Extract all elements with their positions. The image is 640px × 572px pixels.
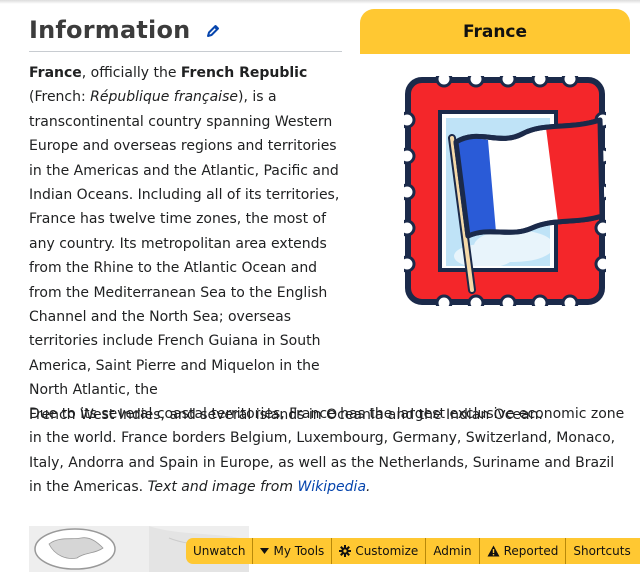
shortcuts-label: Shortcuts — [573, 544, 631, 558]
warning-icon — [487, 545, 500, 557]
native-name: République française — [90, 89, 238, 106]
gear-icon — [339, 545, 352, 557]
pencil-icon[interactable] — [206, 23, 220, 42]
paragraph-geography: Due to its several coastal territories, … — [29, 402, 629, 500]
bold-official-name: French Republic — [180, 65, 308, 81]
text-span: ), is a transcontinental country spannin… — [29, 89, 340, 399]
stamp-with-french-flag-icon — [398, 70, 612, 312]
admin-label: Admin — [433, 544, 472, 558]
unwatch-label: Unwatch — [193, 544, 246, 558]
text-span: (French: — [29, 89, 91, 106]
page-title: Information — [29, 16, 191, 44]
my-tools-button[interactable]: My Tools — [253, 538, 333, 564]
attribution-text: Text and image from — [147, 479, 298, 496]
admin-button[interactable]: Admin — [426, 538, 480, 564]
customize-label: Customize — [355, 544, 419, 558]
caret-down-icon — [260, 548, 270, 554]
shortcuts-button[interactable]: Shortcuts — [566, 538, 637, 564]
bold-country-name: France — [29, 65, 82, 81]
infobox-title: France — [360, 9, 630, 54]
paragraph-intro: France, officially the French Republic (… — [29, 61, 543, 427]
section-heading: Information — [29, 14, 342, 52]
customize-button[interactable]: Customize — [332, 538, 427, 564]
top-shadow — [0, 0, 640, 4]
reported-button[interactable]: Reported — [480, 538, 567, 564]
attribution-period: . — [366, 479, 371, 496]
bottom-toolbar: Unwatch My Tools Customize Admin Reporte… — [186, 538, 640, 564]
text-span: , officially the — [81, 65, 181, 81]
my-tools-label: My Tools — [273, 544, 325, 558]
wikipedia-link[interactable]: Wikipedia — [297, 479, 366, 495]
reported-label: Reported — [503, 544, 559, 558]
unwatch-button[interactable]: Unwatch — [186, 538, 254, 564]
